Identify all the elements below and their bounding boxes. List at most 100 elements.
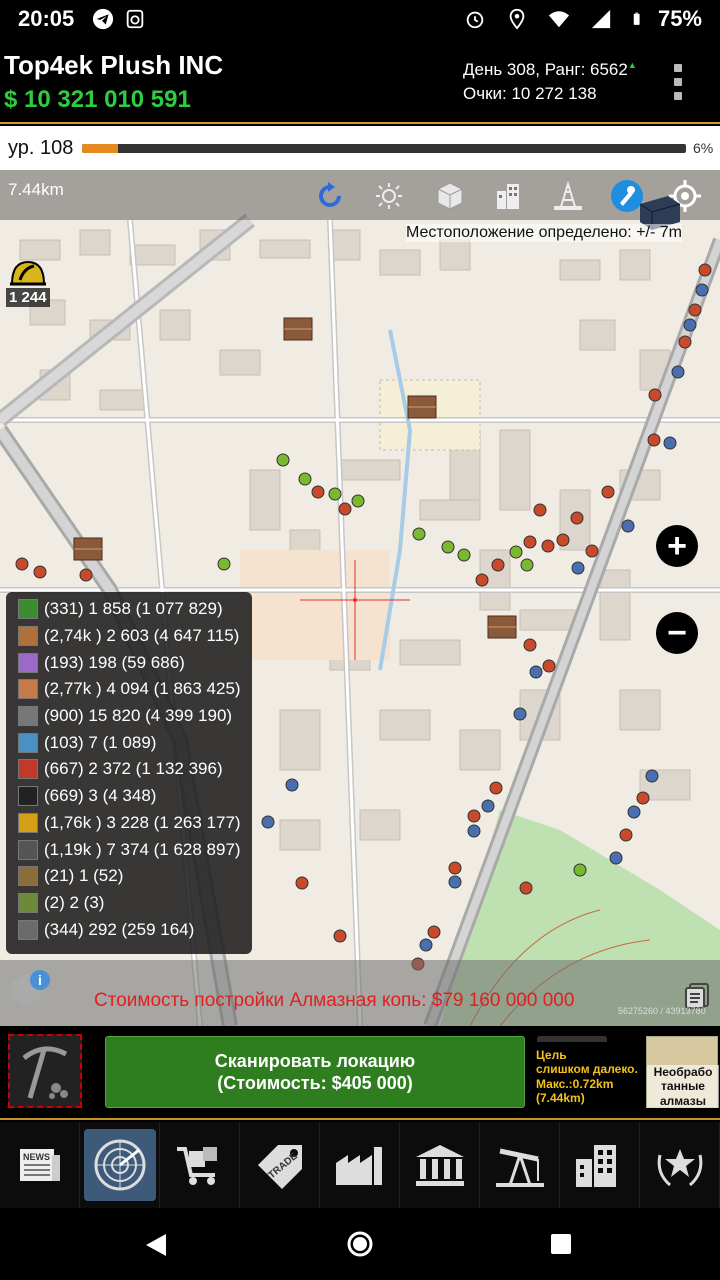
helmet-count: 1 244 xyxy=(6,288,50,307)
map-view[interactable]: 7.44km Местоположение определено: +/- 7m… xyxy=(0,170,720,1026)
raw-diamonds-card[interactable]: Необрабо танные алмазы xyxy=(646,1036,719,1109)
resource-text: (21) 1 (52) xyxy=(44,866,124,886)
resource-text: (103) 7 (1 089) xyxy=(44,732,157,752)
action-row: Сканировать локацию (Стоимость: $405 000… xyxy=(0,1026,720,1120)
nav-trade[interactable]: TRADE xyxy=(240,1122,320,1208)
resource-row: (667) 2 372 (1 132 396) xyxy=(18,756,252,783)
nav-oil[interactable] xyxy=(480,1122,560,1208)
radar-icon xyxy=(94,1139,145,1191)
oil-rig-icon[interactable] xyxy=(550,178,586,214)
target-tab xyxy=(537,1036,607,1042)
resource-row: (193) 198 (59 686) xyxy=(18,649,252,676)
build-cost-bar: i Стоимость постройки Алмазная копь: $79… xyxy=(0,960,720,1026)
home-icon[interactable] xyxy=(346,1230,374,1258)
resource-row: (21) 1 (52) xyxy=(18,863,252,890)
res-tools-icon xyxy=(18,706,38,727)
resource-text: (2) 2 (3) xyxy=(44,892,105,912)
resource-row: (2,77k ) 4 094 (1 863 425) xyxy=(18,676,252,703)
location-icon xyxy=(509,8,525,30)
res-gear-icon xyxy=(18,839,38,860)
resource-row: (331) 1 858 (1 077 829) xyxy=(18,596,252,623)
zoom-in-button[interactable]: + xyxy=(656,525,698,567)
trade-icon: TRADE xyxy=(257,1145,302,1189)
resource-row: (1,19k ) 7 374 (1 628 897) xyxy=(18,836,252,863)
bank-icon xyxy=(415,1145,464,1186)
res-coal-icon xyxy=(18,786,38,807)
nav-bank[interactable] xyxy=(400,1122,480,1208)
raw-diamonds-label: Необрабо танные алмазы xyxy=(647,1065,719,1109)
battery-icon xyxy=(633,12,640,25)
recents-icon[interactable] xyxy=(550,1233,572,1255)
target-line2: слишком далеко. xyxy=(536,1062,638,1077)
nav-radar[interactable] xyxy=(80,1122,160,1208)
resource-row: (2,74k ) 2 603 (4 647 115) xyxy=(18,623,252,650)
nav-buildings[interactable] xyxy=(560,1122,640,1208)
res-grass-icon xyxy=(18,599,38,620)
target-line1: Цель xyxy=(536,1048,567,1062)
res-worker3-icon xyxy=(18,919,38,940)
res-fabric-icon xyxy=(18,759,38,780)
news-icon: NEWS xyxy=(19,1149,60,1181)
helmet-badge[interactable]: 1 244 xyxy=(6,258,52,310)
alarm-icon xyxy=(466,11,484,29)
resource-text: (2,77k ) 4 094 (1 863 425) xyxy=(44,679,241,699)
svg-text:i: i xyxy=(38,972,42,988)
nav-awards[interactable] xyxy=(640,1122,720,1208)
battery-level: 75% xyxy=(657,6,702,31)
resource-text: (331) 1 858 (1 077 829) xyxy=(44,599,223,619)
refresh-icon[interactable] xyxy=(312,178,348,214)
buildings-icon[interactable] xyxy=(490,178,526,214)
sun-icon[interactable] xyxy=(371,178,407,214)
diamond-line1: Необрабо xyxy=(653,1065,713,1079)
game-header: Top4ek Plush INC $ 10 321 010 591 День 3… xyxy=(0,38,720,124)
wifi-icon xyxy=(548,11,570,28)
helmet-icon xyxy=(10,260,46,286)
points: Очки: 10 272 138 xyxy=(463,84,597,103)
resource-text: (1,19k ) 7 374 (1 628 897) xyxy=(44,839,241,859)
res-worker1-icon xyxy=(18,866,38,887)
rank-up-icon: ▲ xyxy=(627,60,637,70)
blocks-icon[interactable] xyxy=(432,178,468,214)
build-info-icon[interactable]: i xyxy=(10,968,52,1008)
signal-icon xyxy=(591,9,611,29)
map-toolbar: 7.44km xyxy=(0,170,720,230)
map-coords: 56275260 / 43913780 xyxy=(618,1006,706,1016)
scan-location-button[interactable]: Сканировать локацию (Стоимость: $405 000… xyxy=(105,1036,525,1108)
res-clay-icon xyxy=(18,679,38,700)
bottom-nav: NEWS TRADE xyxy=(0,1122,720,1208)
resource-row: (1,76k ) 3 228 (1 263 177) xyxy=(18,810,252,837)
day-rank: День 308, Ранг: 6562▲ xyxy=(463,60,637,80)
res-worker2-icon xyxy=(18,892,38,913)
resource-row: (669) 3 (4 348) xyxy=(18,783,252,810)
factory-icon xyxy=(335,1147,382,1185)
res-gems-icon xyxy=(18,652,38,673)
scan-line1: Сканировать локацию xyxy=(214,1050,416,1071)
svg-text:NEWS: NEWS xyxy=(23,1152,50,1162)
money-balance: $ 10 321 010 591 xyxy=(4,86,191,113)
nav-factory[interactable] xyxy=(320,1122,400,1208)
resource-text: (669) 3 (4 348) xyxy=(44,786,157,806)
pickaxe-slot[interactable] xyxy=(8,1034,82,1108)
back-icon[interactable] xyxy=(144,1232,168,1258)
res-water-icon xyxy=(18,732,38,753)
system-nav xyxy=(0,1208,720,1280)
cart-icon xyxy=(176,1147,217,1185)
diamond-line2: танные xyxy=(661,1079,705,1094)
level-progress-fill xyxy=(82,144,119,153)
nav-news[interactable]: NEWS xyxy=(0,1122,80,1208)
resource-text: (667) 2 372 (1 132 396) xyxy=(44,759,223,779)
status-time: 20:05 xyxy=(18,6,75,31)
zoom-out-button[interactable]: − xyxy=(656,612,698,654)
level-percent: 6% xyxy=(693,140,714,156)
resource-panel: (331) 1 858 (1 077 829) (2,74k ) 2 603 (4… xyxy=(6,592,252,954)
diamond-line3: алмазы xyxy=(659,1093,707,1108)
build-cost-text: Стоимость постройки Алмазная копь: $79 1… xyxy=(94,990,575,1011)
resource-row: (2) 2 (3) xyxy=(18,890,252,917)
nav-cart[interactable] xyxy=(160,1122,240,1208)
resource-text: (1,76k ) 3 228 (1 263 177) xyxy=(44,812,241,832)
telegram-icon xyxy=(93,8,114,30)
day-rank-text: День 308, Ранг: 6562 xyxy=(463,60,628,79)
overflow-menu-button[interactable] xyxy=(672,64,684,100)
resource-text: (344) 292 (259 164) xyxy=(44,919,195,939)
level-progress-track xyxy=(82,144,686,153)
